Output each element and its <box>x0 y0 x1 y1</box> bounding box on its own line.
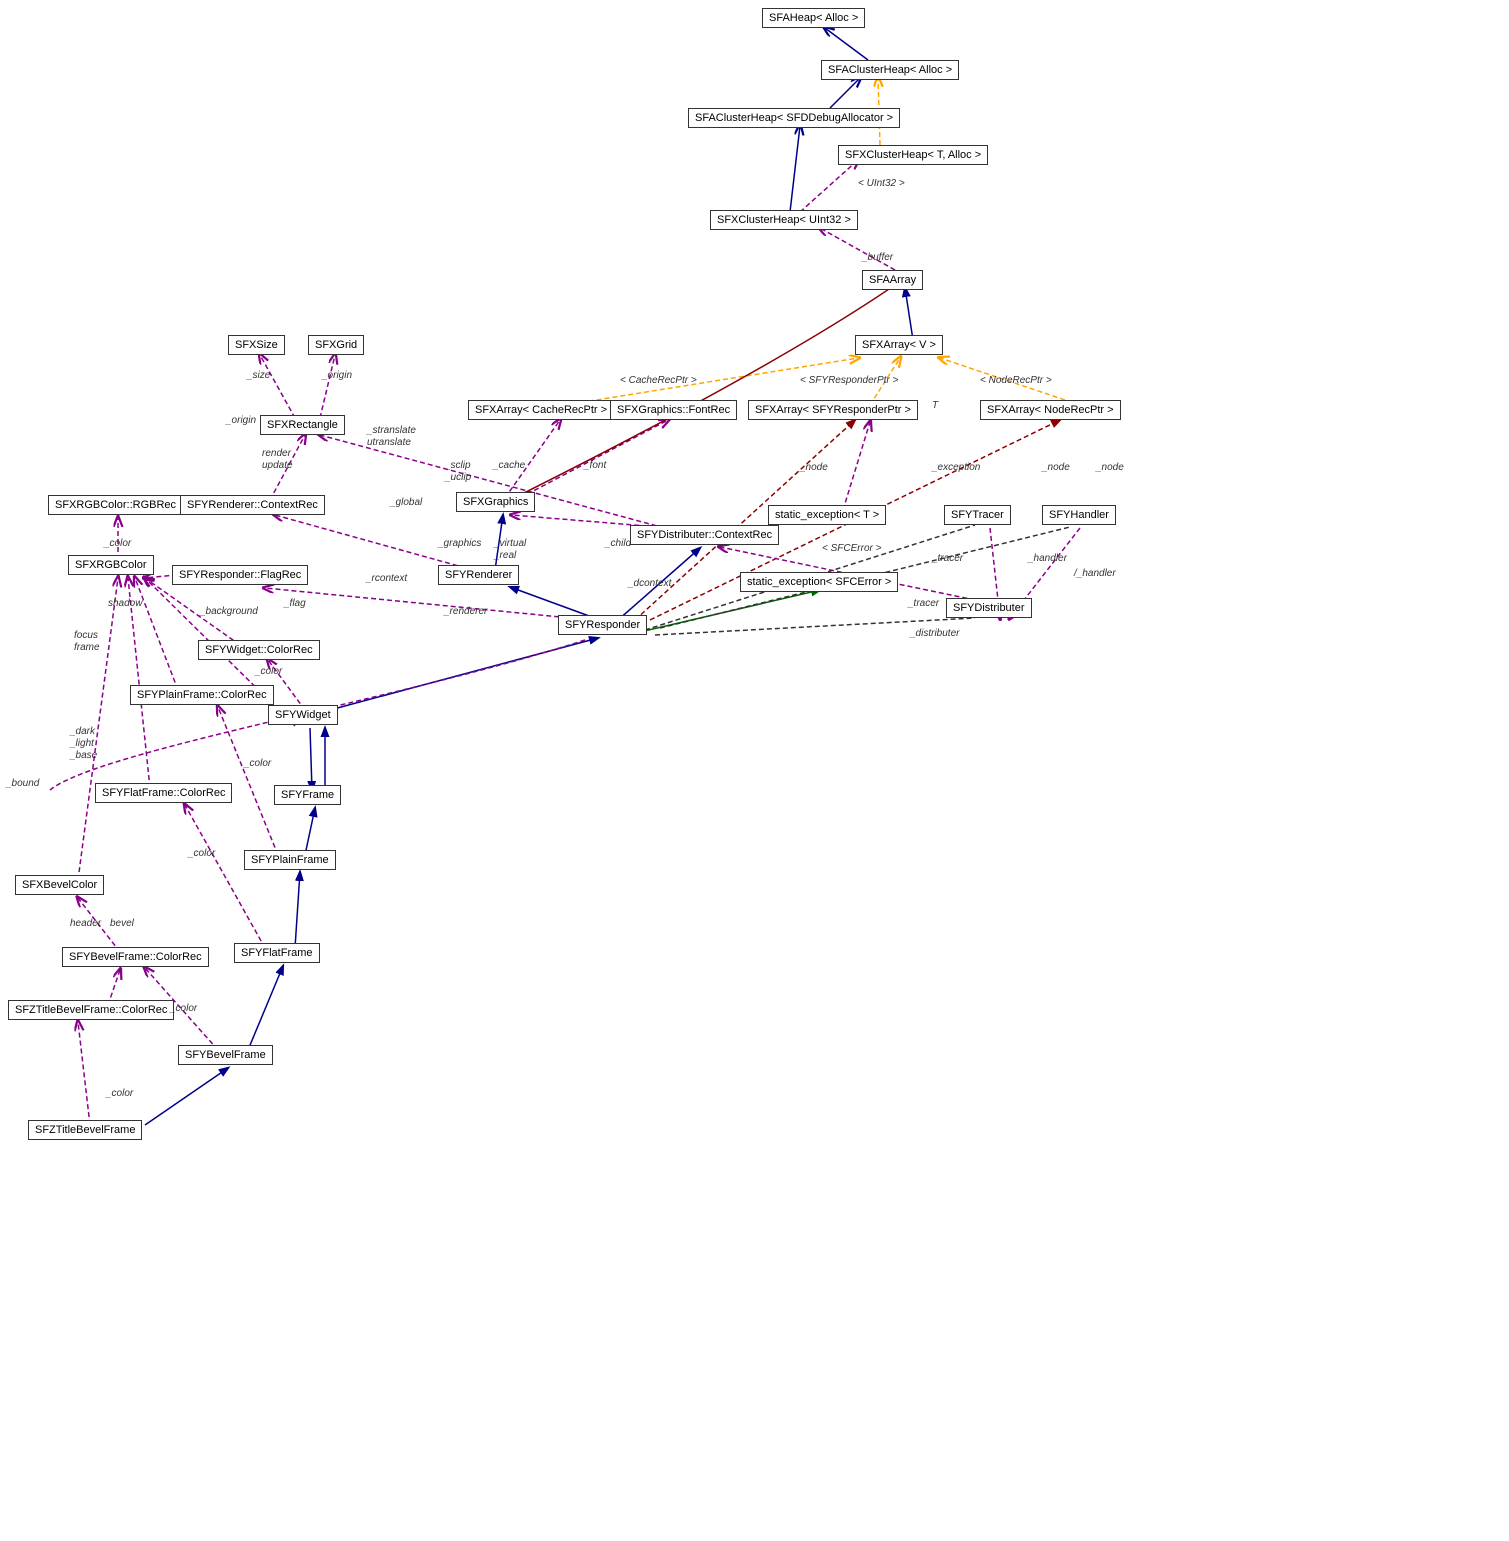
label-virtual: _virtual <box>494 538 526 549</box>
node-SFAClusterHeapSFDD: SFAClusterHeap< SFDDebugAllocator > <box>688 108 900 128</box>
node-SFZTitleBevelFrame: SFZTitleBevelFrame <box>28 1120 142 1140</box>
label-flag: _flag <box>284 598 306 609</box>
node-SFXBevelColor: SFXBevelColor <box>15 875 104 895</box>
node-SFYFlatFrameColorRec: SFYFlatFrame::ColorRec <box>95 783 232 803</box>
label-CacheRecPtr: < CacheRecPtr > <box>620 375 697 386</box>
label-renderer: _renderer <box>444 606 487 617</box>
label-bevel: bevel <box>110 918 134 929</box>
label-dark: _dark <box>70 726 95 737</box>
node-SFYWidgetColorRec: SFYWidget::ColorRec <box>198 640 320 660</box>
node-SFYFlatFrame: SFYFlatFrame <box>234 943 320 963</box>
node-SFXArrayV: SFXArray< V > <box>855 335 943 355</box>
label-real: _real <box>494 550 516 561</box>
node-SFXArrayNodeRecPtr: SFXArray< NodeRecPtr > <box>980 400 1121 420</box>
label-focus: focus <box>74 630 98 641</box>
label-dcontext: _dcontext <box>628 578 671 589</box>
label-shadow: shadow <box>108 598 142 609</box>
label-graphics: _graphics <box>438 538 481 549</box>
node-SFXGrid: SFXGrid <box>308 335 364 355</box>
label-SFYResponderPtr: < SFYResponderPtr > <box>800 375 898 386</box>
label-distributer: _distributer <box>910 628 959 639</box>
node-SFXArrayCacheRecPtr: SFXArray< CacheRecPtr > <box>468 400 614 420</box>
label-render: render <box>262 448 291 459</box>
node-SFXGraphicsFontRec: SFXGraphics::FontRec <box>610 400 737 420</box>
label-bound: _bound <box>6 778 39 789</box>
label-tracer: _tracer <box>932 553 963 564</box>
label-color6: _color <box>106 1088 133 1099</box>
label-node2: _node <box>1042 462 1070 473</box>
node-SFYRenderer: SFYRenderer <box>438 565 519 585</box>
label-font: _font <box>584 460 606 471</box>
node-SFYDistributerContextRec: SFYDistributer::ContextRec <box>630 525 779 545</box>
label-utranslate: utranslate <box>367 437 411 448</box>
label-color: _color <box>104 538 131 549</box>
node-SFXRGBColor: SFXRGBColor <box>68 555 154 575</box>
node-static-exceptionSFCError: static_exception< SFCError > <box>740 572 898 592</box>
label-NodeRecPtr: < NodeRecPtr > <box>980 375 1052 386</box>
node-SFYWidget: SFYWidget <box>268 705 338 725</box>
label-base: _base <box>70 750 97 761</box>
label-tracer2: _tracer <box>908 598 939 609</box>
node-SFYDistributer: SFYDistributer <box>946 598 1032 618</box>
label-handler: _handler <box>1028 553 1067 564</box>
label-background: _background <box>200 606 258 617</box>
label-T: T <box>932 400 938 411</box>
label-buffer: _buffer <box>862 252 893 263</box>
node-SFXRectangle: SFXRectangle <box>260 415 345 435</box>
diagram-container: SFAHeap< Alloc > SFAClusterHeap< Alloc >… <box>0 0 1509 1541</box>
node-SFYBevelFrame: SFYBevelFrame <box>178 1045 273 1065</box>
label-stranslate: _stranslate <box>367 425 416 436</box>
label-UInt32: < UInt32 > <box>858 178 905 189</box>
node-SFYResponder: SFYResponder <box>558 615 647 635</box>
label-handler2: /_handler <box>1074 568 1116 579</box>
node-SFAClusterHeapAlloc: SFAClusterHeap< Alloc > <box>821 60 959 80</box>
node-SFYTracer: SFYTracer <box>944 505 1011 525</box>
node-SFXClusterHeapT: SFXClusterHeap< T, Alloc > <box>838 145 988 165</box>
node-SFYFrame: SFYFrame <box>274 785 341 805</box>
label-origin2: _origin <box>226 415 256 426</box>
label-cache: _cache <box>493 460 525 471</box>
node-SFYHandler: SFYHandler <box>1042 505 1116 525</box>
node-SFXClusterHeapUInt32: SFXClusterHeap< UInt32 > <box>710 210 858 230</box>
node-SFAArray: SFAArray <box>862 270 923 290</box>
node-static-exceptionT: static_exception< T > <box>768 505 886 525</box>
label-node: _node <box>800 462 828 473</box>
node-SFXRGBColorRGBRec: SFXRGBColor::RGBRec <box>48 495 183 515</box>
node-SFXArraySFYResponderPtr: SFXArray< SFYResponderPtr > <box>748 400 918 420</box>
label-header: header <box>70 918 101 929</box>
node-SFAHeap: SFAHeap< Alloc > <box>762 8 865 28</box>
node-SFYPlainFrame: SFYPlainFrame <box>244 850 336 870</box>
label-light: _light <box>70 738 94 749</box>
label-color5: _color <box>170 1003 197 1014</box>
node-SFYRendererContextRec: SFYRenderer::ContextRec <box>180 495 325 515</box>
node-SFZTitleBevelFrameColorRec: SFZTitleBevelFrame::ColorRec <box>8 1000 174 1020</box>
label-color4: _color <box>188 848 215 859</box>
label-frame: frame <box>74 642 100 653</box>
label-update: update <box>262 460 293 471</box>
label-sclip: _sclip <box>445 460 471 471</box>
node-SFYBevelFrameColorRec: SFYBevelFrame::ColorRec <box>62 947 209 967</box>
label-global: _global <box>390 497 422 508</box>
label-color3: _color <box>244 758 271 769</box>
label-origin: _origin <box>322 370 352 381</box>
node-SFXGraphics: SFXGraphics <box>456 492 535 512</box>
label-SFCError: < SFCError > <box>822 543 881 554</box>
label-rcontext: _rcontext <box>366 573 407 584</box>
label-size: _size <box>247 370 270 381</box>
label-node3: _node <box>1096 462 1124 473</box>
node-SFYPlainFrameColorRec: SFYPlainFrame::ColorRec <box>130 685 274 705</box>
arrows-svg <box>0 0 1509 1541</box>
label-uclip: _uclip <box>445 472 471 483</box>
node-SFYResponderFlagRec: SFYResponder::FlagRec <box>172 565 308 585</box>
label-color2: _color <box>255 666 282 677</box>
node-SFXSize: SFXSize <box>228 335 285 355</box>
label-child: _child <box>605 538 631 549</box>
label-exception: _exception <box>932 462 980 473</box>
